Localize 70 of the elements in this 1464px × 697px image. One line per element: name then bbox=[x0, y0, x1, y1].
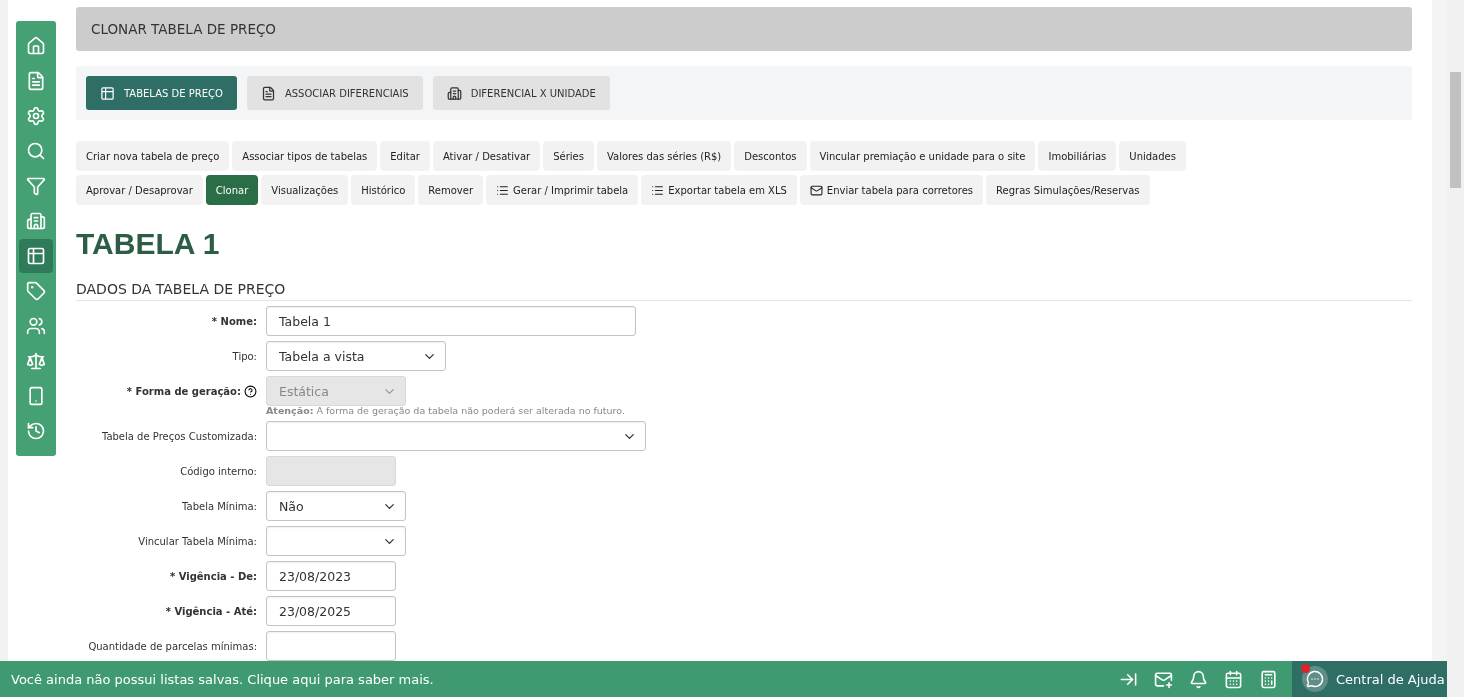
action-button[interactable]: Clonar bbox=[205, 175, 259, 205]
field-label: Tipo: bbox=[232, 350, 257, 362]
field-label: * Vigência - De: bbox=[169, 570, 257, 582]
tab[interactable]: TABELAS DE PREÇO bbox=[86, 76, 237, 110]
action-button[interactable]: Gerar / Imprimir tabela bbox=[486, 175, 639, 205]
select-field[interactable]: Não bbox=[266, 491, 406, 521]
action-button[interactable]: Visualizações bbox=[261, 175, 349, 205]
action-button[interactable]: Unidades bbox=[1119, 141, 1186, 171]
tab[interactable]: ASSOCIAR DIFERENCIAIS bbox=[246, 76, 423, 110]
input-field[interactable]: 23/08/2025 bbox=[266, 596, 396, 626]
action-button[interactable]: Valores das séries (R$) bbox=[596, 141, 732, 171]
list-icon bbox=[651, 183, 665, 197]
field-label: * Vigência - Até: bbox=[165, 605, 257, 617]
sidebar-item[interactable] bbox=[19, 239, 53, 273]
action-button[interactable]: Remover bbox=[418, 175, 484, 205]
input-field[interactable]: Tabela 1 bbox=[266, 306, 636, 336]
envelope-icon bbox=[809, 183, 823, 197]
input-field[interactable]: 23/08/2023 bbox=[266, 561, 396, 591]
action-button[interactable]: Associar tipos de tabelas bbox=[232, 141, 378, 171]
table-icon bbox=[26, 246, 46, 266]
action-button[interactable]: Ativar / Desativar bbox=[432, 141, 541, 171]
action-button[interactable]: Histórico bbox=[351, 175, 416, 205]
field-label: * Forma de geração: bbox=[126, 385, 241, 397]
search-icon bbox=[26, 141, 46, 161]
tab[interactable]: DIFERENCIAL X UNIDADE bbox=[432, 76, 610, 110]
building-icon bbox=[26, 211, 46, 231]
field-note: Atenção: A forma de geração da tabela não poderá ser alterada no futuro. bbox=[266, 405, 626, 416]
action-button[interactable]: Séries bbox=[543, 141, 594, 171]
field-label: Vincular Tabela Mínima: bbox=[138, 535, 257, 547]
action-button[interactable]: Imobiliárias bbox=[1038, 141, 1117, 171]
action-button[interactable]: Vincular premiação e unidade para o site bbox=[809, 141, 1036, 171]
phone-icon bbox=[26, 386, 46, 406]
field-label: * Nome: bbox=[211, 315, 257, 327]
document-icon bbox=[26, 71, 46, 91]
action-button[interactable]: Enviar tabela para corretores bbox=[799, 175, 984, 205]
tag-icon bbox=[26, 281, 46, 301]
field-label: Tabela Mínima: bbox=[182, 500, 257, 512]
action-button[interactable]: Descontos bbox=[734, 141, 807, 171]
calculator-icon bbox=[1259, 669, 1278, 689]
chat-icon bbox=[1306, 670, 1324, 688]
history-icon bbox=[26, 421, 46, 441]
filter-icon bbox=[26, 176, 46, 196]
section-title: DADOS DA TABELA DE PREÇO bbox=[76, 281, 1412, 301]
document-icon bbox=[260, 85, 276, 101]
list-icon bbox=[496, 183, 510, 197]
envelope-icon bbox=[1154, 669, 1173, 689]
select-field[interactable]: Tabela a vista bbox=[266, 341, 446, 371]
field-label: Quantidade de parcelas mínimas: bbox=[88, 640, 257, 652]
bell-icon bbox=[1189, 669, 1208, 689]
action-button[interactable]: Exportar tabela em XLS bbox=[641, 175, 797, 205]
building-icon bbox=[446, 85, 462, 101]
help-center-button[interactable]: Central de Ajuda bbox=[1292, 661, 1447, 697]
action-button[interactable]: Criar nova tabela de preço bbox=[76, 141, 230, 171]
field-label: Código interno: bbox=[180, 465, 257, 477]
calendar-icon bbox=[1224, 669, 1243, 689]
home-icon bbox=[26, 36, 46, 56]
header-title: CLONAR TABELA DE PREÇO bbox=[91, 21, 276, 37]
input-field[interactable] bbox=[266, 631, 396, 661]
action-button[interactable]: Aprovar / Desaprovar bbox=[76, 175, 203, 205]
settings-icon bbox=[26, 106, 46, 126]
scrollbar[interactable] bbox=[1447, 0, 1464, 697]
select-field[interactable] bbox=[266, 421, 646, 451]
table-icon bbox=[100, 85, 115, 101]
page-title: TABELA 1 bbox=[76, 227, 221, 261]
users-icon bbox=[26, 316, 46, 336]
field-label: Tabela de Preços Customizada: bbox=[101, 430, 257, 442]
select-field[interactable] bbox=[266, 526, 406, 556]
action-button[interactable]: Editar bbox=[380, 141, 430, 171]
action-button[interactable]: Regras Simulações/Reservas bbox=[986, 175, 1150, 205]
scale-icon bbox=[26, 351, 46, 371]
